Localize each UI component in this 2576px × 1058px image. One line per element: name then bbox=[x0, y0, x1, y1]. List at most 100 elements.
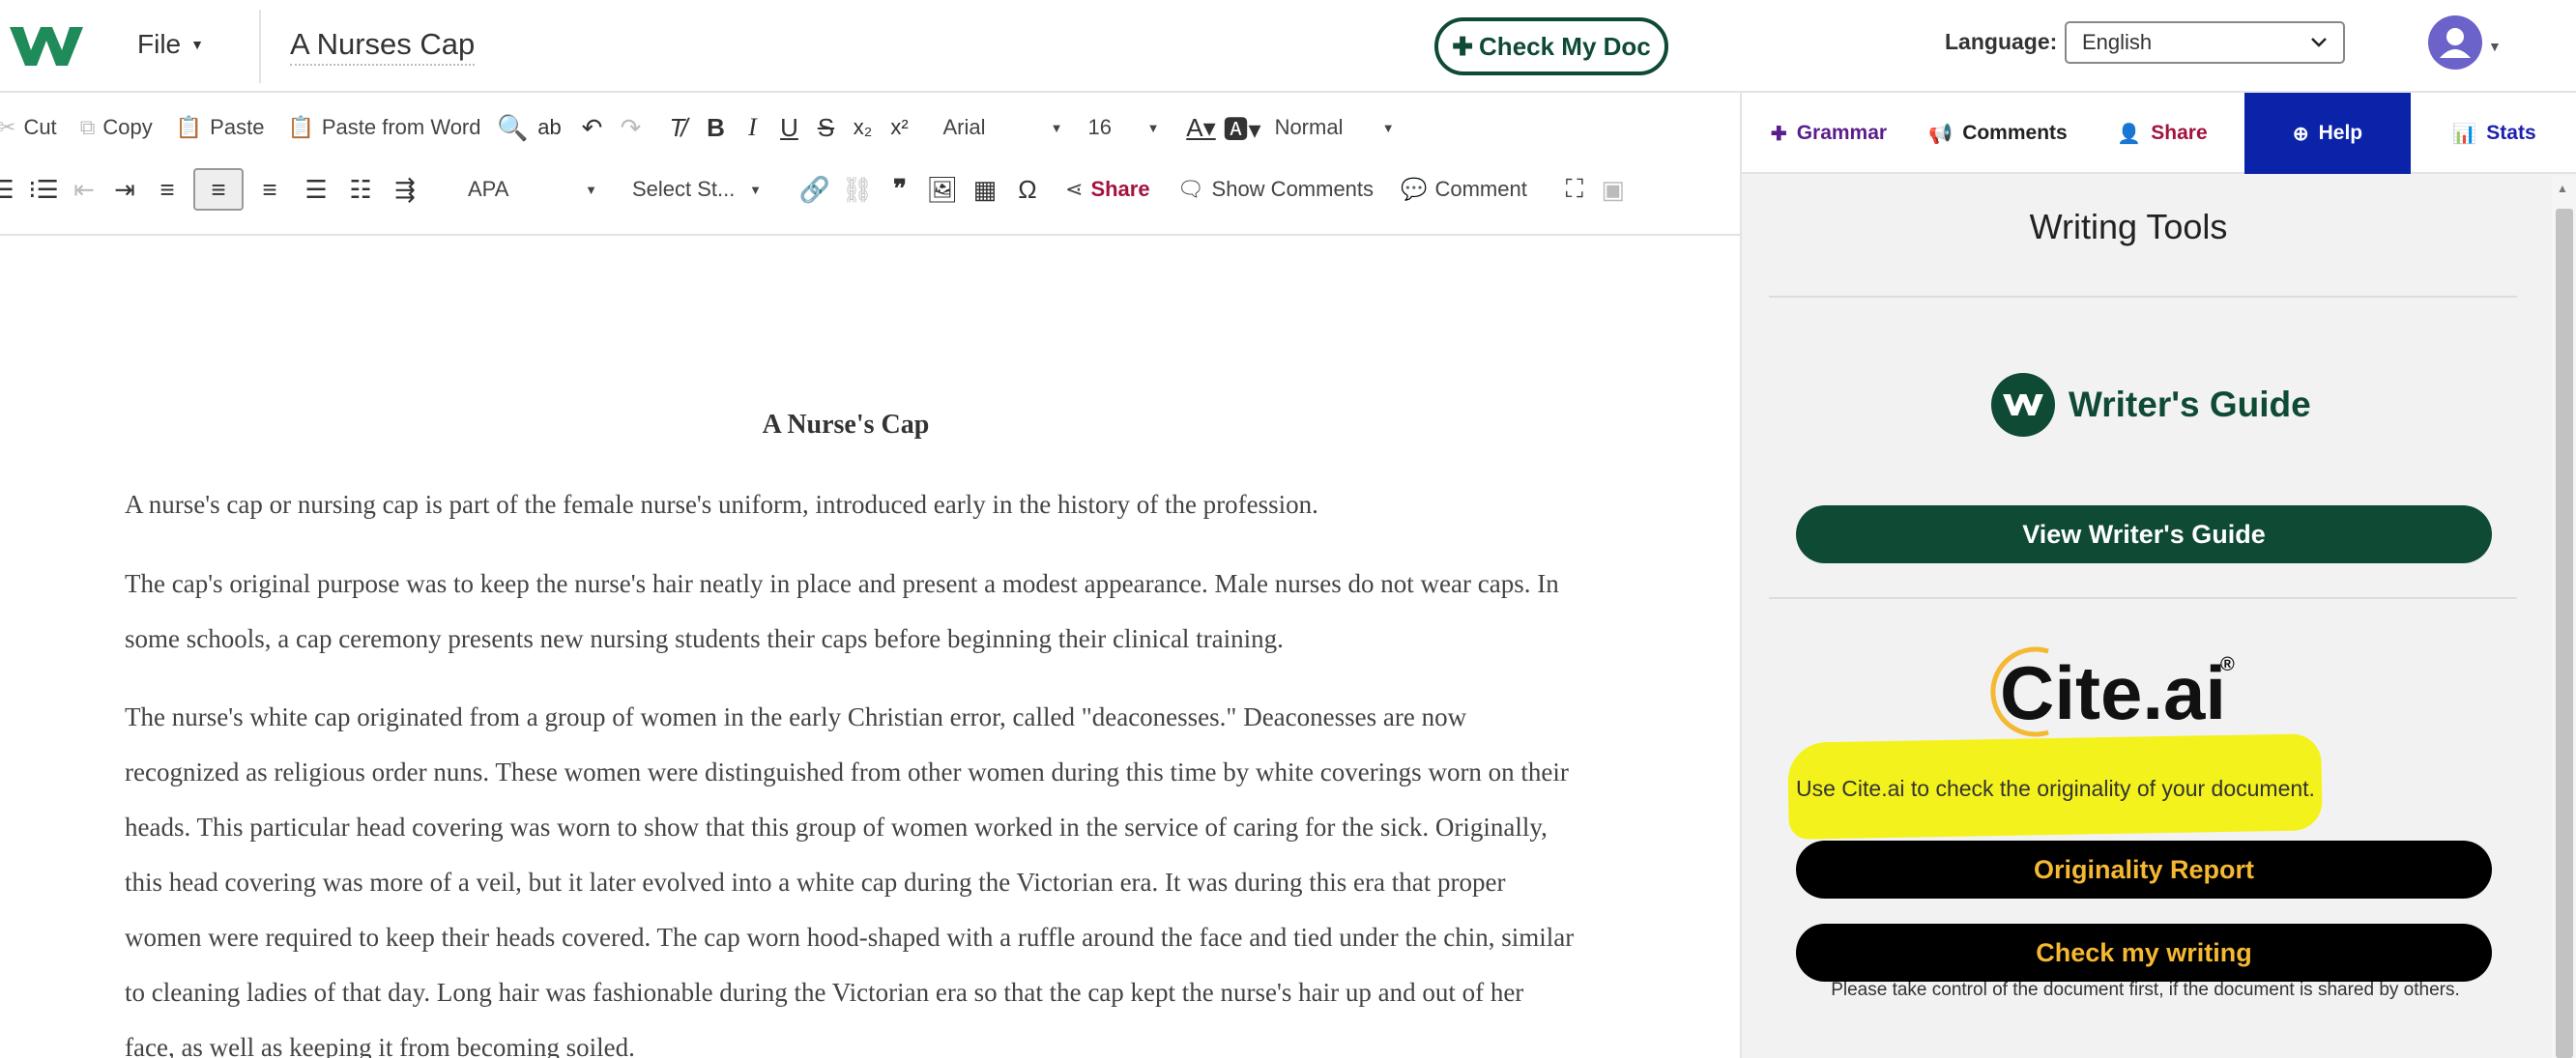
document-heading: A Nurse's Cap bbox=[762, 410, 930, 440]
wordvice-logo[interactable] bbox=[8, 19, 85, 73]
originality-report-button[interactable]: Originality Report bbox=[1796, 841, 2492, 899]
table-icon[interactable]: ▦ bbox=[969, 168, 1001, 211]
show-comments-label: Show Comments bbox=[1211, 177, 1375, 201]
paste-button[interactable]: 📋 Paste bbox=[170, 102, 271, 153]
search-icon[interactable]: 🔍 bbox=[497, 106, 530, 149]
comments-panel-icon: 🗨 bbox=[1176, 177, 1204, 201]
tab-help[interactable]: ⊕ Help bbox=[2244, 93, 2411, 174]
align-right-icon[interactable]: ≡ bbox=[253, 168, 286, 211]
copy-label: Copy bbox=[102, 115, 153, 139]
bold-icon[interactable]: B bbox=[700, 106, 733, 149]
copy-button[interactable]: ⧉ Copy bbox=[74, 102, 159, 153]
file-menu[interactable]: File ▼ bbox=[137, 29, 204, 60]
link-icon[interactable]: 🔗 bbox=[798, 168, 831, 211]
language-select[interactable]: English bbox=[2065, 21, 2345, 64]
cite-ai-logo-text: Cite.ai bbox=[2000, 650, 2226, 735]
underline-icon[interactable]: U bbox=[773, 106, 806, 149]
comment-button[interactable]: 💬 Comment bbox=[1395, 164, 1533, 214]
fullscreen-icon[interactable]: ⛶ bbox=[1558, 168, 1591, 211]
chevron-down-icon: ▼ bbox=[585, 182, 597, 197]
megaphone-icon: 📢 bbox=[1928, 123, 1954, 145]
divider bbox=[259, 10, 261, 83]
font-size-select[interactable]: 16 ▼ bbox=[1081, 106, 1168, 149]
redo-icon[interactable]: ↷ bbox=[615, 106, 648, 149]
comment-icon: 💬 bbox=[1401, 177, 1428, 201]
plus-icon: ✚ bbox=[1452, 31, 1474, 61]
font-family-value: Arial bbox=[942, 115, 986, 139]
block-indent-icon[interactable]: ⇶ bbox=[389, 168, 421, 211]
paragraph: The cap's original purpose was to keep t… bbox=[125, 569, 1559, 653]
align-left-icon[interactable]: ≡ bbox=[151, 168, 184, 211]
blockquote-icon[interactable]: ❞ bbox=[883, 168, 916, 211]
view-writers-guide-button[interactable]: View Writer's Guide bbox=[1796, 505, 2492, 563]
citation-style-select[interactable]: APA ▼ bbox=[460, 168, 605, 211]
document-title[interactable]: A Nurses Cap bbox=[290, 27, 476, 66]
line-spacing-icon[interactable]: ☷ bbox=[344, 168, 377, 211]
check-my-writing-button[interactable]: Check my writing bbox=[1796, 924, 2492, 982]
highlight-color-icon[interactable]: 🅰▾ bbox=[1224, 106, 1261, 149]
superscript-icon[interactable]: x² bbox=[883, 106, 916, 149]
align-justify-icon[interactable]: ☰ bbox=[300, 168, 333, 211]
language-label: Language: bbox=[1945, 29, 2058, 54]
toolbar-row-2: ☰ ⁝☰ ⇤ ⇥ ≡ ≡ ≡ ☰ ☷ ⇶ APA ▼ Select St... … bbox=[0, 162, 1630, 216]
export-icon[interactable]: ▣ bbox=[1597, 168, 1630, 211]
tab-comments[interactable]: 📢 Comments bbox=[1916, 93, 2080, 174]
tab-share[interactable]: 👤 Share bbox=[2080, 93, 2244, 174]
chevron-down-icon: ▼ bbox=[190, 37, 204, 52]
clipboard-icon: 📋 bbox=[175, 115, 203, 139]
indent-icon[interactable]: ⇥ bbox=[108, 168, 141, 211]
user-icon: 👤 bbox=[2117, 123, 2142, 145]
select-style-value: Select St... bbox=[632, 177, 736, 201]
svg-text:®: ® bbox=[2220, 654, 2235, 675]
chevron-down-icon: ▼ bbox=[1146, 120, 1160, 135]
paste-from-word-label: Paste from Word bbox=[321, 115, 481, 139]
align-center-icon[interactable]: ≡ bbox=[193, 168, 244, 211]
clipboard-word-icon: 📋 bbox=[287, 115, 314, 139]
image-icon[interactable]: 🖼 bbox=[926, 168, 959, 211]
cut-label: Cut bbox=[23, 115, 57, 139]
language-value: English bbox=[2082, 30, 2153, 54]
strikethrough-icon[interactable]: S bbox=[810, 106, 843, 149]
avatar[interactable] bbox=[2428, 15, 2482, 70]
share-toolbar-button[interactable]: ⋖ Share bbox=[1059, 164, 1156, 214]
cut-button[interactable]: ✂ Cut bbox=[0, 102, 63, 153]
editor-toolbar: ✂ Cut ⧉ Copy 📋 Paste 📋 Paste from Word 🔍… bbox=[0, 93, 1740, 236]
text-color-icon[interactable]: A▾ bbox=[1185, 106, 1218, 149]
toolbar-row-1: ✂ Cut ⧉ Copy 📋 Paste 📋 Paste from Word 🔍… bbox=[0, 100, 1403, 155]
chevron-down-icon[interactable]: ▼ bbox=[2488, 39, 2502, 54]
paste-from-word-button[interactable]: 📋 Paste from Word bbox=[281, 102, 486, 153]
scroll-up-arrow-icon[interactable]: ▲ bbox=[2557, 182, 2568, 195]
bar-chart-icon: 📊 bbox=[2452, 123, 2477, 145]
paragraph: The nurse's white cap originated from a … bbox=[125, 702, 1575, 1058]
writers-guide-logo: Writer's Guide bbox=[1991, 373, 2311, 437]
scrollbar-thumb[interactable] bbox=[2556, 209, 2573, 1058]
unlink-icon[interactable]: ⛓ bbox=[841, 168, 874, 211]
special-character-icon[interactable]: Ω bbox=[1011, 168, 1044, 211]
tab-grammar-label: Grammar bbox=[1796, 122, 1888, 144]
panel-tabs: ✚ Grammar 📢 Comments 👤 Share ⊕ Help 📊 St… bbox=[1742, 93, 2576, 174]
chevron-down-icon: ▼ bbox=[749, 182, 762, 197]
subscript-icon[interactable]: x₂ bbox=[847, 106, 880, 149]
italic-icon[interactable]: I bbox=[737, 106, 769, 149]
clear-format-icon[interactable]: T̸ bbox=[661, 106, 694, 149]
file-menu-label: File bbox=[137, 29, 182, 59]
outdent-icon[interactable]: ⇤ bbox=[68, 168, 101, 211]
paste-label: Paste bbox=[210, 115, 265, 139]
tab-share-label: Share bbox=[2151, 122, 2208, 144]
chevron-down-icon: ▼ bbox=[1381, 120, 1395, 135]
select-style-dropdown[interactable]: Select St... ▼ bbox=[624, 168, 769, 211]
chevron-down-icon: ▼ bbox=[1050, 120, 1063, 135]
undo-icon[interactable]: ↶ bbox=[576, 106, 609, 149]
show-comments-button[interactable]: 🗨 Show Comments bbox=[1172, 164, 1379, 214]
document-editor[interactable]: A Nurse's Cap A nurse's cap or nursing c… bbox=[0, 236, 1740, 1058]
tab-stats[interactable]: 📊 Stats bbox=[2411, 93, 2576, 174]
paragraph-style-select[interactable]: Normal ▼ bbox=[1267, 106, 1403, 149]
copy-icon: ⧉ bbox=[79, 115, 96, 139]
find-replace-icon[interactable]: ab bbox=[534, 106, 566, 149]
check-my-doc-button[interactable]: ✚ Check My Doc bbox=[1434, 17, 1668, 75]
bulleted-list-icon[interactable]: ⁝☰ bbox=[27, 168, 60, 211]
tab-grammar[interactable]: ✚ Grammar bbox=[1742, 93, 1916, 174]
writing-tools-panel: ✚ Grammar 📢 Comments 👤 Share ⊕ Help 📊 St… bbox=[1740, 93, 2576, 1058]
font-family-select[interactable]: Arial ▼ bbox=[936, 106, 1071, 149]
numbered-list-icon[interactable]: ☰ bbox=[0, 168, 19, 211]
